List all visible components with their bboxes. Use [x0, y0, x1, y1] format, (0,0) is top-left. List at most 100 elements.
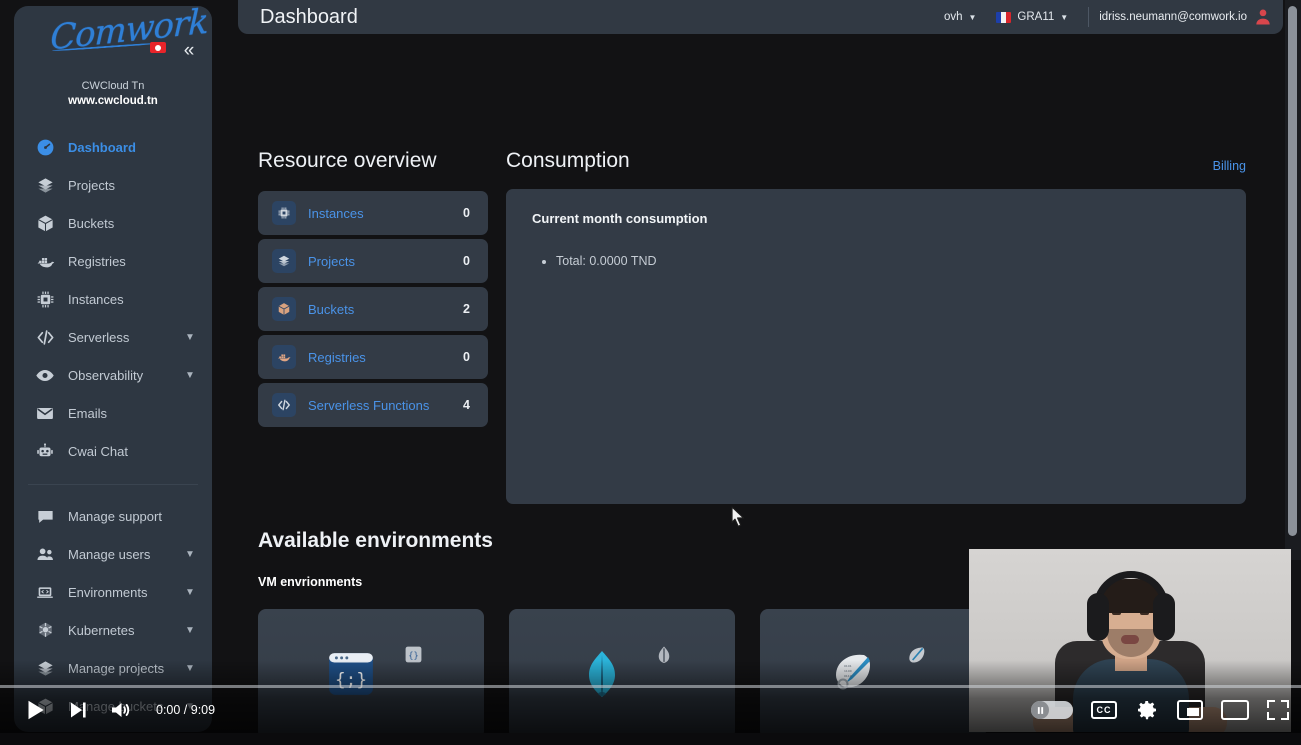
kubernetes-icon	[22, 621, 68, 640]
provider-label: ovh	[943, 11, 963, 23]
tunisia-flag-badge-icon	[150, 42, 166, 53]
layers-icon	[272, 249, 296, 273]
resource-row-buckets[interactable]: Buckets 2	[258, 287, 488, 331]
user-avatar-icon[interactable]	[1253, 7, 1273, 27]
top-bar-divider	[1088, 7, 1090, 27]
gauge-icon	[22, 138, 68, 157]
webcam-mouth	[1121, 635, 1139, 644]
player-bottom-edge	[0, 733, 1301, 745]
player-controls-left: 0:00 / 9:09	[22, 690, 215, 730]
chip-icon	[22, 290, 68, 309]
sidebar-divider	[28, 484, 198, 485]
docker-icon	[272, 345, 296, 369]
miniplayer-icon[interactable]	[1177, 700, 1203, 720]
theater-mode-icon[interactable]	[1221, 700, 1249, 720]
player-controls-right: CC	[1031, 690, 1289, 730]
sidebar-item-buckets[interactable]: Buckets	[22, 204, 204, 242]
resource-row-projects[interactable]: Projects 0	[258, 239, 488, 283]
provider-dropdown[interactable]: ovh ▼	[934, 11, 986, 23]
sidebar-item-label: Buckets	[68, 215, 115, 231]
resource-row-count: 0	[463, 350, 470, 364]
consumption-item-list: Total: 0.0000 TND	[556, 254, 1220, 268]
resource-row-instances[interactable]: Instances 0	[258, 191, 488, 235]
resource-row-count: 0	[463, 254, 470, 268]
sidebar-item-manage-support[interactable]: Manage support	[22, 497, 204, 535]
chevron-down-icon[interactable]: ▼	[176, 625, 204, 636]
volume-high-icon[interactable]	[108, 698, 132, 722]
headphone-cup-right-icon	[1153, 593, 1175, 641]
sidebar-item-instances[interactable]: Instances	[22, 280, 204, 318]
fullscreen-icon[interactable]	[1267, 700, 1289, 720]
code-icon	[22, 328, 68, 347]
sidebar-item-label: Instances	[68, 291, 124, 307]
user-email[interactable]: idriss.neumann@comwork.io	[1099, 11, 1247, 23]
captions-button[interactable]: CC	[1091, 701, 1117, 719]
resource-row-label: Serverless Functions	[308, 397, 430, 413]
headphone-cup-left-icon	[1087, 593, 1109, 641]
video-time-display: 0:00 / 9:09	[156, 703, 216, 717]
sidebar-item-label: Emails	[68, 405, 108, 421]
resource-row-serverless-functions[interactable]: Serverless Functions 4	[258, 383, 488, 427]
sidebar-item-kubernetes[interactable]: Kubernetes ▼	[22, 611, 204, 649]
sidebar-item-projects[interactable]: Projects	[22, 166, 204, 204]
chevron-down-icon[interactable]: ▼	[176, 370, 204, 381]
consumption-header: Consumption Billing	[506, 149, 1246, 173]
sidebar: Comwork « CWCloud Tn www.cwcloud.tn Dash…	[14, 6, 212, 732]
brand-name: CWCloud Tn	[81, 80, 145, 92]
sidebar-brand: Comwork « CWCloud Tn www.cwcloud.tn	[14, 6, 212, 122]
chevron-down-icon: ▼	[1060, 12, 1069, 22]
autoplay-toggle[interactable]	[1031, 701, 1073, 719]
resource-row-count: 4	[463, 398, 470, 412]
region-dropdown[interactable]: GRA11 ▼	[986, 11, 1078, 23]
video-seek-bar[interactable]	[0, 685, 1301, 688]
sidebar-item-manage-users[interactable]: Manage users ▼	[22, 535, 204, 573]
app-root: Comwork « CWCloud Tn www.cwcloud.tn Dash…	[0, 0, 1301, 745]
eye-icon	[22, 366, 68, 385]
box-icon	[22, 214, 68, 233]
resource-row-registries[interactable]: Registries 0	[258, 335, 488, 379]
billing-link[interactable]: Billing	[1213, 159, 1246, 173]
consumption-panel: Consumption Billing Current month consum…	[506, 149, 1246, 504]
chip-icon	[272, 201, 296, 225]
france-flag-icon	[996, 11, 1012, 23]
resource-row-count: 2	[463, 302, 470, 316]
gear-icon[interactable]	[1135, 698, 1159, 722]
sidebar-collapse-button[interactable]: «	[176, 38, 202, 64]
resource-overview-panel: Resource overview Instances 0 Projects 0	[258, 149, 488, 431]
arrow-cursor-icon	[731, 506, 746, 533]
chevron-down-icon[interactable]: ▼	[176, 587, 204, 598]
users-icon	[22, 545, 68, 564]
sidebar-item-label: Kubernetes	[68, 622, 135, 638]
resource-row-label: Instances	[308, 205, 364, 221]
region-label: GRA11	[1017, 11, 1055, 23]
sidebar-item-registries[interactable]: Registries	[22, 242, 204, 280]
top-bar: Dashboard ovh ▼ GRA11 ▼ idriss.neumann@c…	[238, 0, 1283, 34]
sidebar-item-label: Observability	[68, 367, 144, 383]
sidebar-item-label: Serverless	[68, 329, 130, 345]
sidebar-item-observability[interactable]: Observability ▼	[22, 356, 204, 394]
sidebar-item-label: Projects	[68, 177, 115, 193]
consumption-card-title: Current month consumption	[532, 211, 708, 226]
resource-overview-title: Resource overview	[258, 149, 437, 172]
chevron-down-icon[interactable]: ▼	[176, 549, 204, 560]
scrollbar-thumb[interactable]	[1288, 6, 1297, 536]
next-track-icon[interactable]	[66, 698, 90, 722]
sidebar-item-cwai-chat[interactable]: Cwai Chat	[22, 432, 204, 470]
page-title: Dashboard	[260, 5, 358, 28]
resource-row-label: Registries	[308, 349, 366, 365]
resource-row-label: Projects	[308, 253, 355, 269]
sidebar-item-dashboard[interactable]: Dashboard	[22, 128, 204, 166]
docker-icon	[22, 252, 68, 271]
sidebar-item-environments[interactable]: Environments ▼	[22, 573, 204, 611]
current-month-consumption-card: Current month consumption Total: 0.0000 …	[506, 189, 1246, 504]
envelope-icon	[22, 404, 68, 423]
chevron-down-icon[interactable]: ▼	[176, 332, 204, 343]
consumption-title: Consumption	[506, 149, 630, 172]
robot-icon	[22, 442, 68, 461]
sidebar-item-serverless[interactable]: Serverless ▼	[22, 318, 204, 356]
sidebar-item-emails[interactable]: Emails	[22, 394, 204, 432]
laptop-code-icon	[22, 583, 68, 602]
resource-row-count: 0	[463, 206, 470, 220]
sidebar-item-label: Dashboard	[68, 139, 136, 155]
play-icon[interactable]	[22, 697, 48, 723]
